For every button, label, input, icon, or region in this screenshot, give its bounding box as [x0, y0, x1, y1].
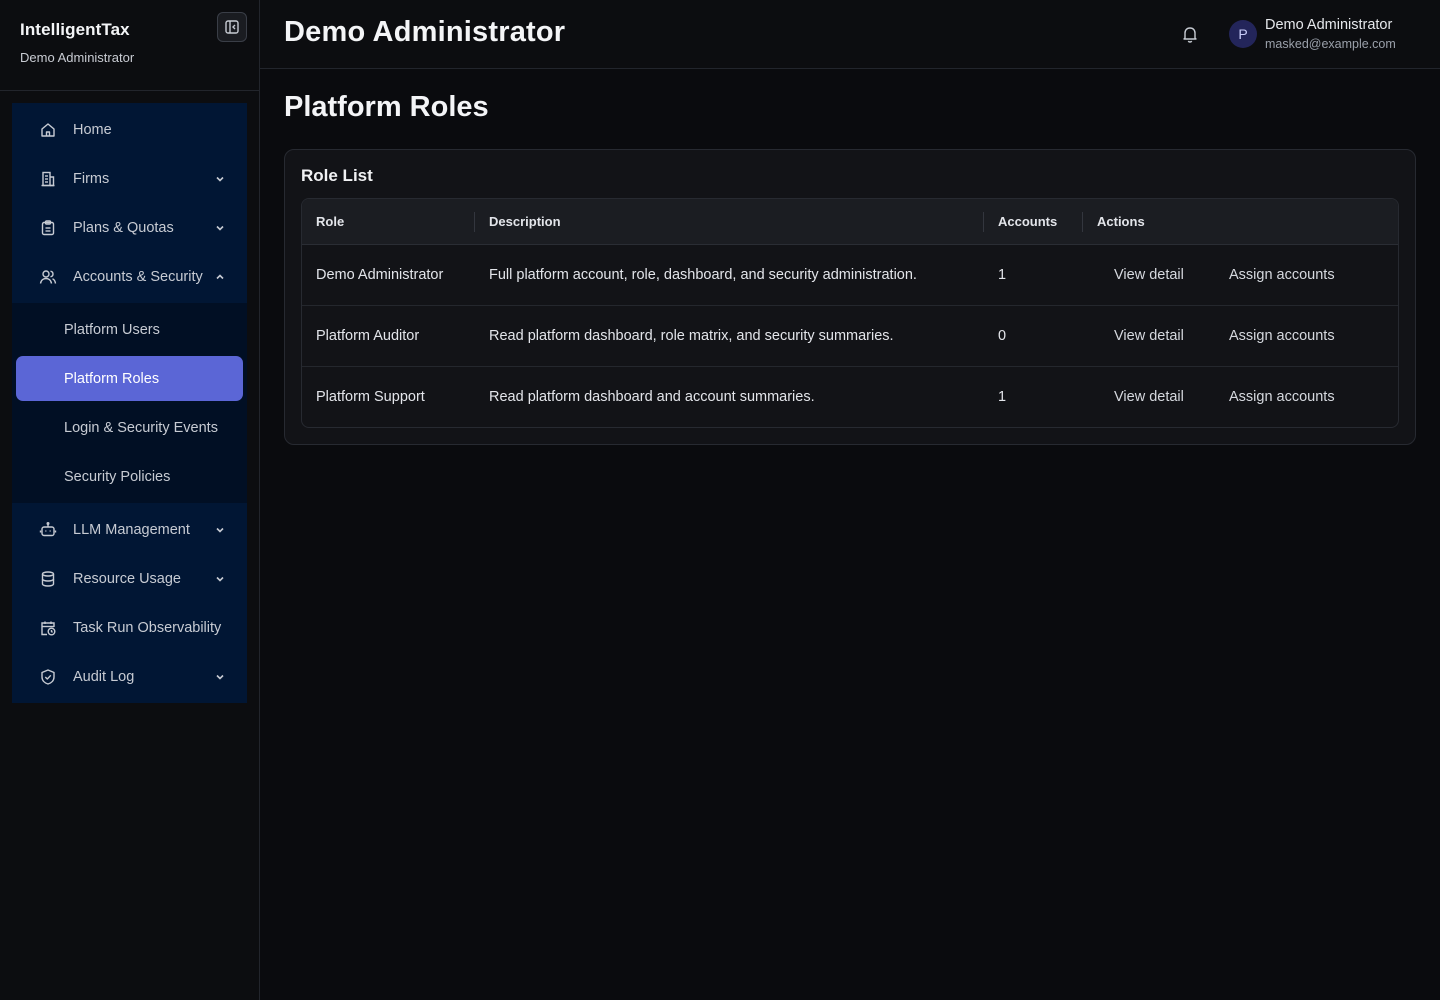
- role-accounts-count: 1: [998, 389, 1007, 405]
- role-accounts-count: 1: [998, 267, 1007, 283]
- sidebar-item-label: LLM Management: [73, 521, 190, 538]
- sidebar-item-label: Platform Roles: [64, 370, 160, 387]
- brand-subtitle: Demo Administrator: [20, 50, 135, 65]
- table-row: Demo Administrator Full platform account…: [302, 245, 1398, 306]
- sidebar-item-home[interactable]: Home: [12, 105, 247, 154]
- chevron-down-icon: [216, 527, 224, 533]
- role-description: Read platform dashboard, role matrix, an…: [489, 328, 894, 344]
- building-icon: [41, 171, 55, 186]
- brand: IntelligentTax Demo Administrator: [20, 20, 134, 65]
- column-header-role[interactable]: Role: [316, 199, 344, 245]
- sidebar-item-security-policies[interactable]: Security Policies: [12, 454, 247, 499]
- column-header-accounts[interactable]: Accounts: [998, 199, 1057, 245]
- brand-name: IntelligentTax: [20, 20, 130, 39]
- sidebar-item-platform-users[interactable]: Platform Users: [12, 307, 247, 352]
- sidebar-item-resource-usage[interactable]: Resource Usage: [12, 554, 247, 603]
- sidebar-item-label: Accounts & Security: [73, 268, 203, 285]
- chevron-up-icon: [216, 273, 224, 279]
- role-description: Read platform dashboard and account summ…: [489, 389, 815, 405]
- role-description: Full platform account, role, dashboard, …: [489, 267, 917, 283]
- assign-accounts-button[interactable]: Assign accounts: [1229, 306, 1335, 366]
- assign-accounts-button[interactable]: Assign accounts: [1229, 245, 1335, 305]
- chevron-down-icon: [216, 576, 224, 582]
- top-header: Demo Administrator P Demo Administrator …: [260, 0, 1440, 69]
- sidebar-item-plans-quotas[interactable]: Plans & Quotas: [12, 203, 247, 252]
- users-icon: [39, 269, 57, 284]
- user-name[interactable]: Demo Administrator: [1265, 17, 1392, 33]
- column-divider: [983, 212, 984, 232]
- panel-collapse-icon: [225, 20, 239, 34]
- sidebar-nav: Home Firms Plans & Quotas Accounts & Sec…: [12, 103, 247, 703]
- sidebar-item-login-security-events[interactable]: Login & Security Events: [12, 405, 247, 450]
- chevron-down-icon: [216, 176, 224, 182]
- view-detail-button[interactable]: View detail: [1114, 306, 1184, 366]
- view-detail-button[interactable]: View detail: [1114, 245, 1184, 305]
- calendar-clock-icon: [41, 621, 56, 635]
- header-title: Demo Administrator: [284, 16, 566, 48]
- table-header: Role Description Accounts Actions: [302, 199, 1398, 245]
- sidebar-item-label: Home: [73, 121, 112, 138]
- sidebar-item-label: Audit Log: [73, 668, 135, 685]
- table-row: Platform Support Read platform dashboard…: [302, 367, 1398, 427]
- sidebar-item-platform-roles[interactable]: Platform Roles: [16, 356, 243, 401]
- shield-check-icon: [41, 668, 55, 685]
- role-name: Demo Administrator: [316, 267, 444, 283]
- chevron-down-icon: [216, 674, 224, 680]
- sidebar-collapse-button[interactable]: [217, 12, 247, 42]
- sidebar-divider: [0, 90, 259, 91]
- column-divider: [474, 212, 475, 232]
- robot-icon: [39, 521, 57, 536]
- column-divider: [1082, 212, 1083, 232]
- sidebar-item-task-run-observability[interactable]: Task Run Observability: [12, 603, 247, 652]
- sidebar-item-label: Resource Usage: [73, 570, 181, 587]
- sidebar-item-label: Task Run Observability: [73, 619, 222, 636]
- view-detail-button[interactable]: View detail: [1114, 367, 1184, 427]
- table-row: Platform Auditor Read platform dashboard…: [302, 306, 1398, 367]
- sidebar-item-label: Plans & Quotas: [73, 219, 174, 236]
- home-icon: [41, 122, 55, 137]
- assign-accounts-button[interactable]: Assign accounts: [1229, 367, 1335, 427]
- roles-table: Role Description Accounts Actions Demo A…: [301, 198, 1399, 428]
- card-title: Role List: [301, 166, 373, 185]
- sidebar-item-label: Firms: [73, 170, 110, 187]
- accounts-security-submenu: Platform Users Platform Roles Login & Se…: [12, 303, 247, 503]
- sidebar: IntelligentTax Demo Administrator Home F…: [0, 0, 260, 1000]
- avatar[interactable]: P: [1229, 20, 1257, 48]
- database-icon: [41, 570, 55, 587]
- app-root: IntelligentTax Demo Administrator Home F…: [0, 0, 1440, 1000]
- column-header-description[interactable]: Description: [489, 199, 561, 245]
- sidebar-item-label: Login & Security Events: [64, 419, 218, 436]
- user-email: masked@example.com: [1265, 37, 1396, 51]
- sidebar-item-firms[interactable]: Firms: [12, 154, 247, 203]
- role-accounts-count: 0: [998, 328, 1007, 344]
- sidebar-item-label: Platform Users: [64, 321, 160, 338]
- sidebar-item-label: Security Policies: [64, 468, 171, 485]
- sidebar-item-accounts-security[interactable]: Accounts & Security: [12, 252, 247, 301]
- role-list-card: Role List Role Description Accounts Acti…: [284, 149, 1416, 445]
- role-name: Platform Support: [316, 389, 425, 405]
- sidebar-item-audit-log[interactable]: Audit Log: [12, 652, 247, 701]
- clipboard-icon: [41, 219, 55, 235]
- bell-icon[interactable]: [1180, 24, 1200, 44]
- chevron-down-icon: [216, 225, 224, 231]
- sidebar-item-llm-management[interactable]: LLM Management: [12, 505, 247, 554]
- role-name: Platform Auditor: [316, 328, 420, 344]
- page-title: Platform Roles: [284, 91, 489, 123]
- column-header-actions: Actions: [1097, 214, 1145, 229]
